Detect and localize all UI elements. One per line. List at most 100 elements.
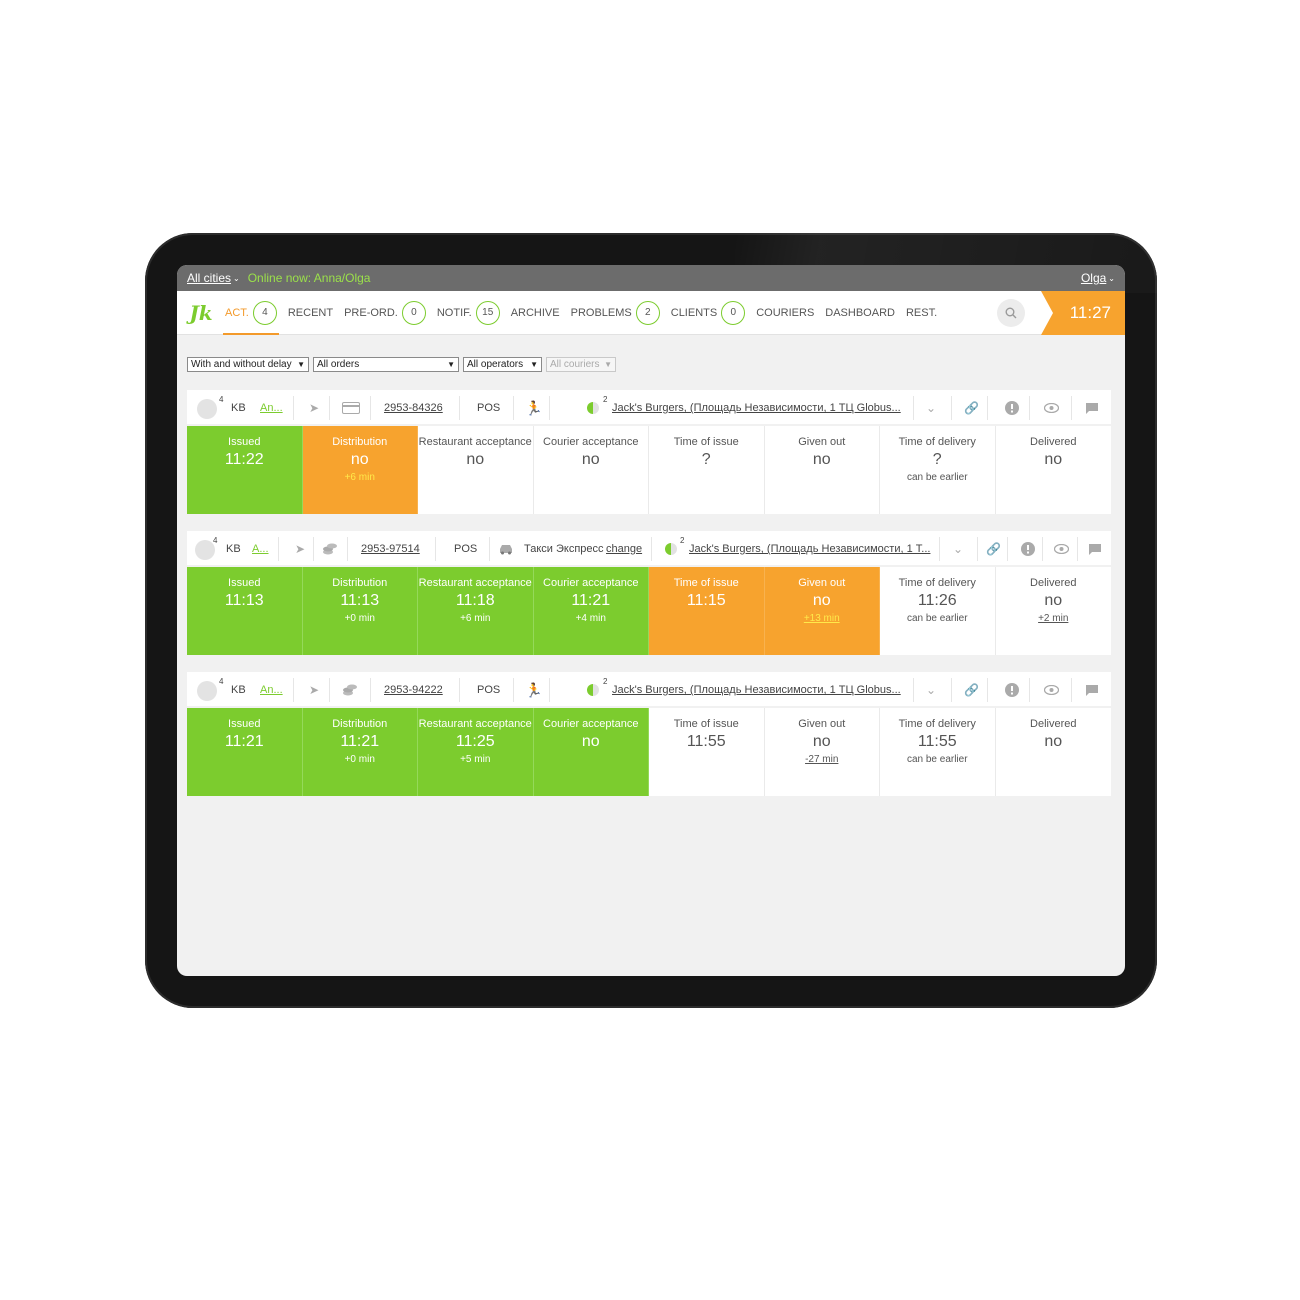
cell-value: no	[581, 451, 600, 468]
logo[interactable]: Jk	[177, 301, 225, 325]
comment-icon[interactable]	[1085, 390, 1099, 426]
order-number-link[interactable]: 2953-97514	[361, 531, 420, 567]
cell-label: Time of issue	[673, 718, 739, 730]
alert-icon[interactable]	[1005, 672, 1019, 708]
kb-label: KB	[231, 684, 246, 696]
source-label: POS	[454, 543, 478, 555]
expand-chevron-icon[interactable]: ⌄	[926, 390, 936, 426]
status-time-of-delivery: Time of delivery? can be earlier	[880, 426, 996, 514]
eye-icon[interactable]	[1054, 531, 1069, 567]
cell-label: Distribution	[332, 577, 388, 589]
order-header: 4 KB An... ➤ 2953-94222 POS 🏃 2 Jack's B…	[187, 672, 1111, 708]
cell-label: Given out	[798, 436, 846, 448]
cell-delay[interactable]: +13 min	[765, 613, 880, 624]
tab-restaurants[interactable]: REST.	[906, 291, 937, 335]
app-screen: All cities ⌄ Online now: Anna/Olga Olga ⌄ …	[177, 265, 1125, 976]
cell-value: 11:13	[224, 592, 264, 609]
cursor-icon[interactable]: ➤	[309, 390, 319, 426]
status-given-out: Given out no +13 min	[764, 567, 880, 655]
cell-value: ?	[701, 451, 711, 468]
status-distribution: Distribution 11:21 +0 min	[302, 708, 418, 796]
eye-icon[interactable]	[1044, 672, 1059, 708]
tab-active[interactable]: ACT. 4	[223, 291, 279, 335]
tab-label: NOTIF.	[436, 306, 472, 319]
change-courier-link[interactable]: change	[606, 531, 642, 567]
tab-clients[interactable]: CLIENTS 0	[670, 291, 746, 335]
order-number-link[interactable]: 2953-84326	[384, 390, 443, 426]
cell-value: no	[1044, 592, 1063, 609]
cell-label: Delivered	[1030, 718, 1077, 730]
chevron-down-icon[interactable]: ⌄	[233, 274, 240, 283]
order-count: 4	[219, 394, 224, 404]
cell-value: no	[581, 733, 600, 750]
restaurant-link[interactable]: Jack's Burgers, (Площадь Независимости, …	[689, 531, 930, 567]
expand-chevron-icon[interactable]: ⌄	[953, 531, 963, 567]
order-card: 4 KB An... ➤ 2953-84326 POS 🏃 2 Jack's B…	[187, 390, 1111, 514]
avatar	[197, 399, 217, 419]
search-icon	[1005, 307, 1017, 319]
alert-icon[interactable]	[1021, 531, 1035, 567]
search-button[interactable]	[997, 299, 1025, 327]
orders-filter[interactable]: All orders ▼	[313, 357, 459, 372]
status-issued: Issued 11:22	[187, 426, 303, 514]
operator-link[interactable]: An...	[260, 390, 283, 426]
order-count: 4	[213, 535, 218, 545]
tab-label: DASHBOARD	[825, 306, 895, 319]
tab-label: CLIENTS	[670, 306, 718, 319]
tab-archive[interactable]: ARCHIVE	[511, 291, 560, 335]
status-time-of-delivery: Time of delivery 11:55 can be earlier	[880, 708, 996, 796]
comment-icon[interactable]	[1088, 531, 1102, 567]
chevron-down-icon: ▼	[530, 360, 538, 369]
car-icon	[498, 531, 514, 567]
expand-chevron-icon[interactable]: ⌄	[926, 672, 936, 708]
tab-pre-orders[interactable]: PRE-ORD. 0	[344, 291, 426, 335]
delay-filter[interactable]: With and without delay ▼	[187, 357, 309, 372]
tab-recent[interactable]: RECENT	[288, 291, 333, 335]
cell-label: Issued	[228, 718, 261, 730]
link-icon[interactable]: 🔗	[964, 672, 979, 708]
filter-bar: With and without delay ▼ All orders ▼ All …	[187, 357, 616, 372]
tab-problems[interactable]: PROBLEMS 2	[571, 291, 660, 335]
eye-icon[interactable]	[1044, 390, 1059, 426]
status-restaurant-acceptance: Restaurant acceptance no	[418, 426, 534, 514]
city-selector[interactable]: All cities	[187, 271, 231, 285]
count-badge: 0	[721, 300, 746, 325]
cursor-icon[interactable]: ➤	[295, 531, 305, 567]
operator-link[interactable]: An...	[260, 672, 283, 708]
comment-icon[interactable]	[1085, 672, 1099, 708]
tab-couriers[interactable]: COURIERS	[756, 291, 814, 335]
order-number-link[interactable]: 2953-94222	[384, 672, 443, 708]
cell-delay[interactable]: +2 min	[996, 613, 1112, 624]
user-menu[interactable]: Olga	[1081, 271, 1106, 285]
count-badge: 0	[401, 300, 426, 325]
restaurant-link[interactable]: Jack's Burgers, (Площадь Независимости, …	[612, 672, 901, 708]
avatar	[195, 540, 215, 560]
walking-courier-icon: 🏃	[525, 399, 543, 416]
status-issued: Issued 11:13	[187, 567, 303, 655]
tab-dashboard[interactable]: DASHBOARD	[825, 291, 895, 335]
cell-value: 11:26	[917, 592, 957, 609]
link-icon[interactable]: 🔗	[964, 390, 979, 426]
chevron-down-icon[interactable]: ⌄	[1108, 274, 1115, 283]
link-icon[interactable]: 🔗	[986, 531, 1001, 567]
operators-filter-value: All operators	[467, 359, 524, 370]
cell-value: 11:21	[571, 592, 611, 609]
operator-link[interactable]: A...	[252, 531, 269, 567]
restaurant-link[interactable]: Jack's Burgers, (Площадь Независимости, …	[612, 390, 901, 426]
cell-delay[interactable]: -27 min	[765, 754, 880, 765]
cursor-icon[interactable]: ➤	[309, 672, 319, 708]
tab-label: PROBLEMS	[570, 306, 632, 319]
tab-notifications[interactable]: NOTIF. 15	[437, 291, 500, 335]
cell-note: can be earlier	[906, 472, 968, 483]
operators-filter[interactable]: All operators ▼	[463, 357, 542, 372]
cell-label: Time of delivery	[898, 718, 976, 730]
parts-count: 2	[603, 394, 608, 404]
alert-icon[interactable]	[1005, 390, 1019, 426]
cell-value: 11:21	[340, 733, 380, 750]
couriers-filter: All couriers ▼	[546, 357, 616, 372]
status-given-out: Given out no -27 min	[765, 708, 880, 796]
cell-value: no	[350, 451, 369, 468]
cell-label: Restaurant acceptance	[418, 577, 532, 589]
cell-label: Time of issue	[673, 436, 739, 448]
cell-label: Delivered	[1030, 577, 1077, 589]
